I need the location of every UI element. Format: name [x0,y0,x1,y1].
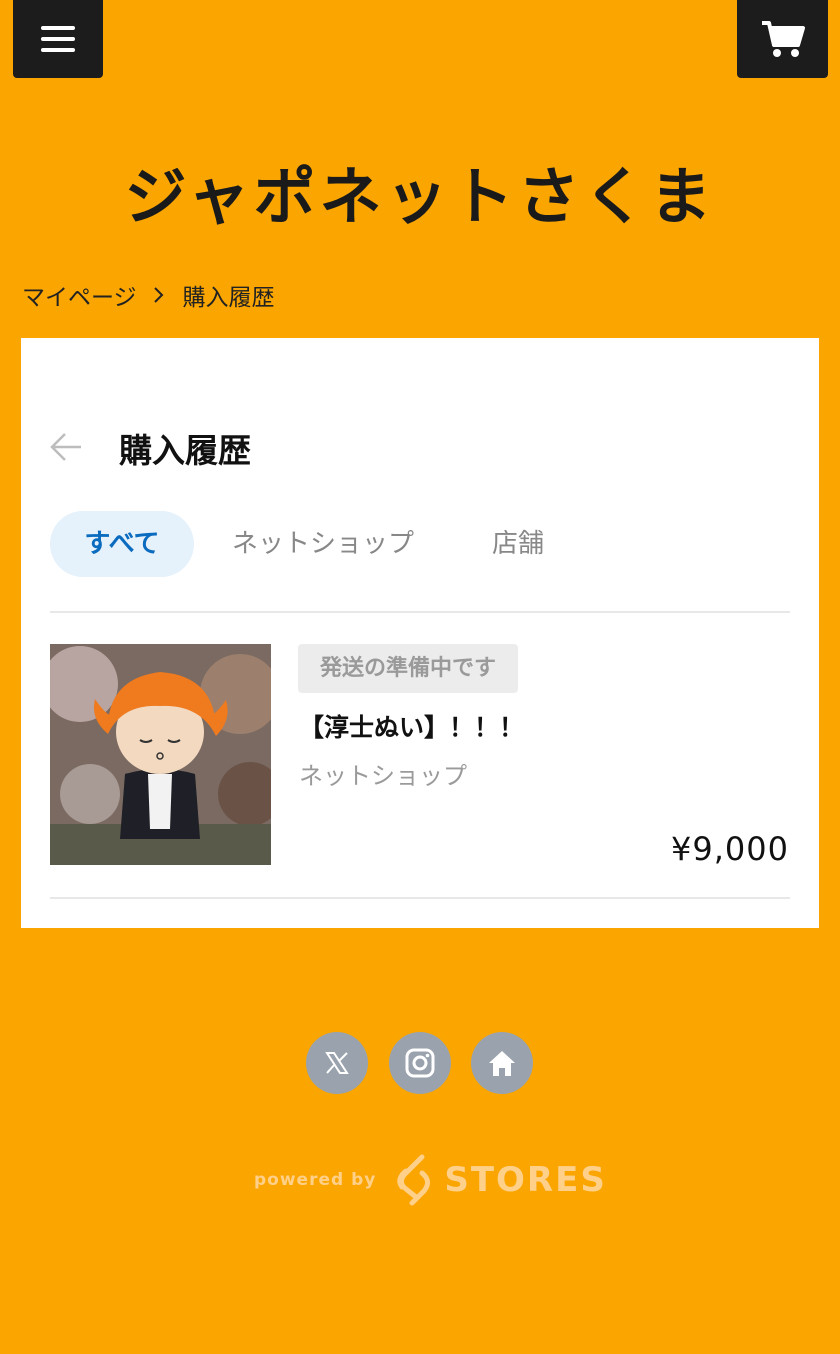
divider [50,897,790,899]
divider [50,611,790,613]
shop-logo[interactable]: ジャポネットさくま [0,146,840,236]
order-channel: ネットショップ [299,762,467,790]
home-link[interactable] [471,1032,533,1094]
breadcrumb: マイページ 購入履歴 [22,278,275,312]
back-button[interactable] [49,430,83,468]
order-price: ¥9,000 [671,830,789,868]
breadcrumb-current: 購入履歴 [182,285,275,311]
purchase-history-card: 購入履歴 すべて ネットショップ 店舗 発送の準備中です 【淳士ぬい】！！！ ネ… [21,338,819,928]
x-logo-icon [325,1052,349,1074]
order-status-badge: 発送の準備中です [298,644,519,693]
powered-by-stores[interactable]: powered by STORES [254,1150,607,1210]
tab-store[interactable]: 店舗 [492,511,544,577]
arrow-left-icon [50,433,81,461]
chevron-right-icon [153,286,165,304]
home-icon [489,1051,515,1076]
instagram-link[interactable] [389,1032,451,1094]
stores-logo-icon [397,1154,431,1206]
x-link[interactable] [306,1032,368,1094]
breadcrumb-mypage-link[interactable]: マイページ [22,278,137,312]
product-name-link[interactable]: 【淳士ぬい】！！！ [299,708,524,744]
menu-button[interactable] [13,0,103,78]
hamburger-menu-icon [41,26,75,52]
plush-doll-photo [50,644,271,865]
page-title: 購入履歴 [119,431,251,470]
shopping-cart-icon [761,21,805,57]
powered-by-label: powered by [254,1170,377,1190]
tab-all[interactable]: すべて [50,511,194,577]
cart-button[interactable] [737,0,828,78]
tab-net-shop[interactable]: ネットショップ [232,511,414,577]
stores-brand: STORES [444,1160,607,1200]
product-image[interactable] [50,644,271,865]
instagram-icon [405,1048,435,1078]
